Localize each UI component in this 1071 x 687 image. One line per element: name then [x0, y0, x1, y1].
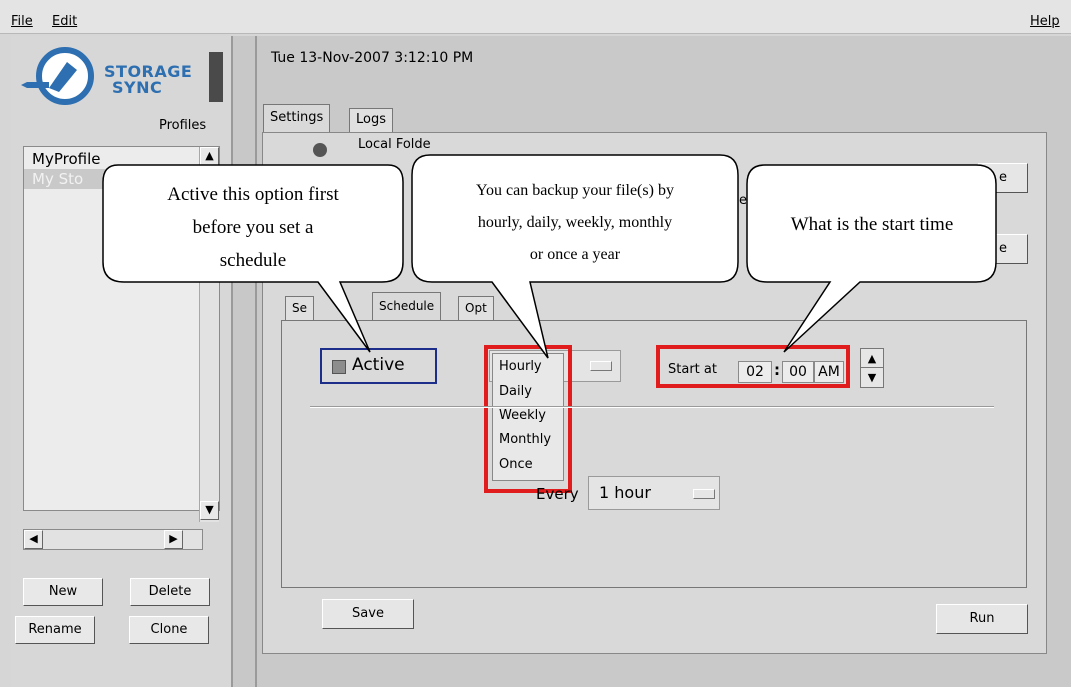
callout-layer — [102, 154, 997, 359]
callout-start-bubble — [746, 164, 997, 353]
callout-frequency-text: You can backup your file(s) by hourly, d… — [476, 182, 674, 263]
callout-active-text: Active this option first before you set … — [167, 184, 339, 271]
callout-start-text: What is the start time — [790, 214, 954, 235]
